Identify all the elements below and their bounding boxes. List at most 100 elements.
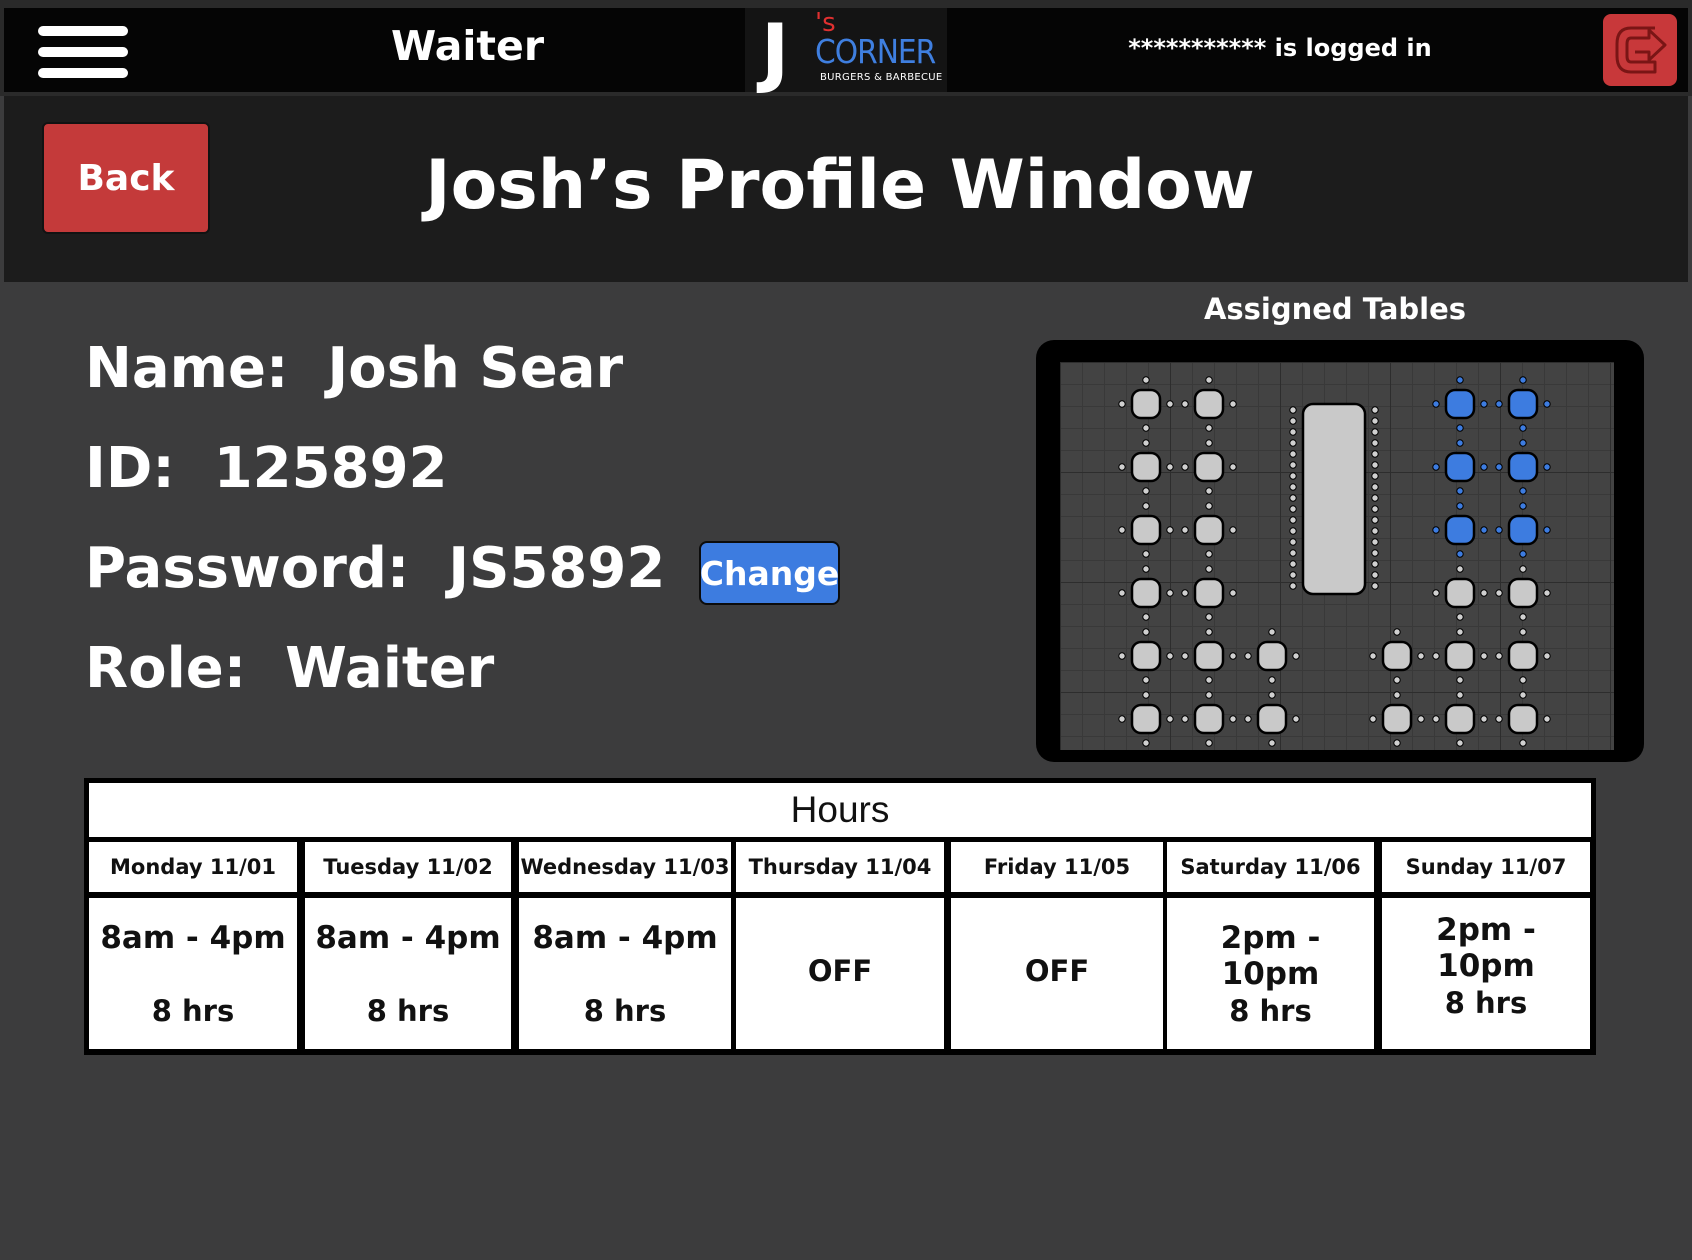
- chair: [1495, 652, 1503, 660]
- chair: [1166, 589, 1174, 597]
- chair: [1371, 516, 1379, 524]
- chair: [1432, 463, 1440, 471]
- password-value: JS5892: [448, 536, 666, 601]
- id-row: ID: 125892: [85, 436, 448, 501]
- chair: [1519, 487, 1527, 495]
- table: [1193, 388, 1225, 420]
- role-value: Waiter: [285, 636, 495, 701]
- chair: [1519, 691, 1527, 699]
- chair: [1543, 463, 1551, 471]
- chair: [1205, 424, 1213, 432]
- chair: [1142, 691, 1150, 699]
- chair: [1244, 652, 1252, 660]
- floor-plan-svg: [1118, 376, 1551, 747]
- chair: [1142, 628, 1150, 636]
- chair: [1268, 739, 1276, 747]
- chair: [1142, 739, 1150, 747]
- hours-table: Hours Monday 11/01 Tuesday 11/02 Wednesd…: [84, 778, 1596, 1055]
- chair: [1181, 400, 1189, 408]
- chair: [1289, 527, 1297, 535]
- chair: [1480, 589, 1488, 597]
- back-button[interactable]: Back: [42, 122, 210, 234]
- shift-time: 2pm - 10pm: [1436, 912, 1536, 984]
- chair: [1181, 652, 1189, 660]
- logo-name: CORNER: [815, 32, 936, 71]
- chair: [1371, 461, 1379, 469]
- chair: [1181, 463, 1189, 471]
- hours-title: Hours: [89, 783, 1591, 837]
- table: [1193, 577, 1225, 609]
- id-value: 125892: [213, 436, 448, 501]
- chair: [1495, 589, 1503, 597]
- chair: [1118, 526, 1126, 534]
- chair: [1166, 400, 1174, 408]
- chair: [1118, 652, 1126, 660]
- chair: [1393, 676, 1401, 684]
- chair: [1289, 560, 1297, 568]
- chair: [1369, 715, 1377, 723]
- chair: [1289, 472, 1297, 480]
- chair: [1456, 376, 1464, 384]
- logout-button[interactable]: [1603, 14, 1677, 86]
- day-cell: 2pm - 10pm 8 hrs: [1382, 898, 1590, 1049]
- logo-tagline: BURGERS & BARBECUE: [820, 72, 943, 83]
- chair: [1268, 691, 1276, 699]
- chair: [1142, 550, 1150, 558]
- chair: [1205, 565, 1213, 573]
- floor-plan: [1060, 362, 1614, 750]
- table: [1381, 703, 1413, 735]
- chair: [1371, 472, 1379, 480]
- chair: [1495, 463, 1503, 471]
- chair: [1289, 450, 1297, 458]
- chair: [1371, 582, 1379, 590]
- chair: [1543, 400, 1551, 408]
- chair: [1229, 715, 1237, 723]
- chair: [1205, 502, 1213, 510]
- chair: [1205, 613, 1213, 621]
- day-off: OFF: [807, 954, 873, 988]
- chair: [1289, 428, 1297, 436]
- chair: [1142, 676, 1150, 684]
- chair: [1244, 715, 1252, 723]
- day-cell: 8am - 4pm 8 hrs: [519, 898, 731, 1049]
- assigned-tables-label: Assigned Tables: [1203, 292, 1467, 326]
- chair: [1289, 538, 1297, 546]
- chair: [1166, 526, 1174, 534]
- chair: [1495, 400, 1503, 408]
- role-label: Role:: [85, 636, 247, 701]
- chair: [1371, 494, 1379, 502]
- chair: [1543, 589, 1551, 597]
- chair: [1268, 628, 1276, 636]
- chair: [1432, 526, 1440, 534]
- chair: [1393, 691, 1401, 699]
- assigned-table: [1444, 451, 1476, 483]
- chair: [1229, 463, 1237, 471]
- day-cell: OFF: [951, 898, 1163, 1049]
- chair: [1371, 571, 1379, 579]
- assigned-table: [1444, 388, 1476, 420]
- chair: [1371, 406, 1379, 414]
- chair: [1371, 483, 1379, 491]
- chair: [1289, 483, 1297, 491]
- chair: [1371, 428, 1379, 436]
- chair: [1289, 549, 1297, 557]
- table: [1444, 703, 1476, 735]
- day-cell: 2pm - 10pm 8 hrs: [1167, 898, 1374, 1049]
- table: [1507, 577, 1539, 609]
- logout-arrow-icon: [1615, 26, 1667, 74]
- chair: [1480, 463, 1488, 471]
- logo: J 's CORNER BURGERS & BARBECUE: [745, 8, 947, 94]
- chair: [1142, 565, 1150, 573]
- chair: [1229, 526, 1237, 534]
- chair: [1480, 526, 1488, 534]
- chair: [1369, 652, 1377, 660]
- name-value: Josh Sear: [327, 336, 624, 401]
- table: [1193, 640, 1225, 672]
- hamburger-menu-icon[interactable]: [38, 26, 130, 78]
- shift-hours: 8 hrs: [583, 994, 667, 1028]
- shift-time: 2pm - 10pm: [1220, 920, 1321, 992]
- chair: [1519, 550, 1527, 558]
- chair: [1205, 676, 1213, 684]
- change-password-button[interactable]: Change: [699, 541, 840, 605]
- chair: [1289, 494, 1297, 502]
